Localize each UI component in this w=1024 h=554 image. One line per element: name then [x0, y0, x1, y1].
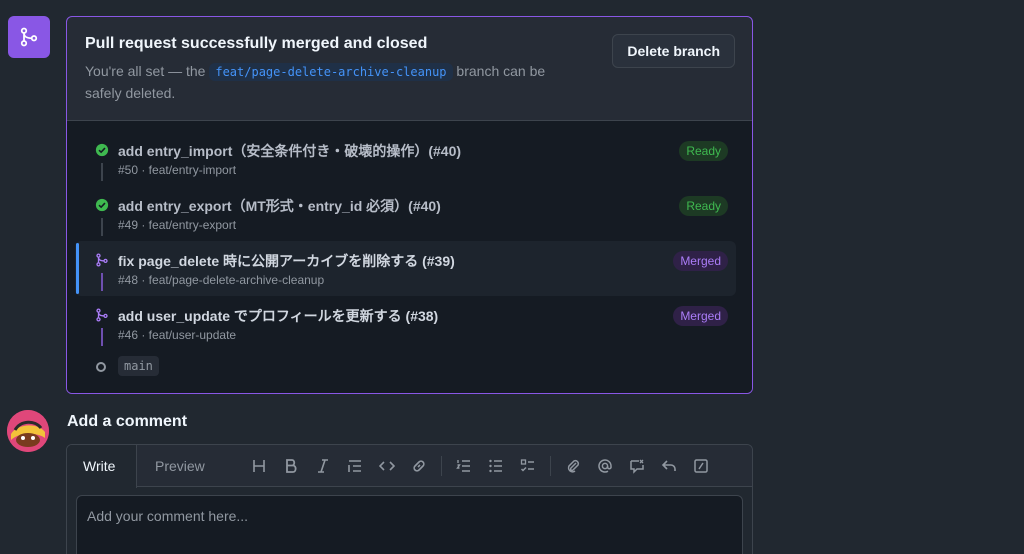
status-badge: Merged — [673, 306, 728, 326]
stack-item-meta: #46 · feat/user-update — [118, 328, 237, 342]
merged-status-badge — [8, 16, 50, 58]
markdown-toolbar — [243, 445, 717, 487]
merge-description: You're all set — the feat/page-delete-ar… — [85, 61, 585, 104]
heading-icon[interactable] — [243, 452, 275, 480]
editor-tabs: Write Preview — [67, 445, 752, 488]
comment-textarea-wrapper — [76, 495, 743, 554]
mention-icon[interactable] — [589, 452, 621, 480]
tab-preview[interactable]: Preview — [139, 445, 221, 487]
stack-item-title[interactable]: add entry_import（安全条件付き・破壊的操作）(#40) — [118, 131, 736, 161]
comment-editor: Write Preview — [66, 444, 753, 554]
stack-connector — [101, 273, 103, 291]
reply-icon[interactable] — [653, 452, 685, 480]
merge-status-panel: Pull request successfully merged and clo… — [66, 16, 753, 394]
stack-item-title[interactable]: add entry_export（MT形式・entry_id 必須）(#40) — [118, 186, 736, 216]
stack-item-entry-export[interactable]: add entry_export（MT形式・entry_id 必須）(#40) … — [75, 186, 736, 241]
tab-write[interactable]: Write — [67, 445, 137, 488]
toolbar-divider — [441, 456, 442, 476]
add-comment-heading: Add a comment — [67, 413, 188, 430]
stack-item-page-delete[interactable]: fix page_delete 時に公開アーカイブを削除する (#39) #48… — [75, 241, 736, 296]
git-merge-icon — [96, 308, 108, 322]
git-merge-icon — [96, 253, 108, 267]
slash-command-icon[interactable] — [685, 452, 717, 480]
comment-textarea[interactable] — [77, 496, 742, 554]
stack-connector — [101, 218, 103, 236]
avatar-illustration — [7, 410, 49, 452]
stack-item-meta: #50 · feat/entry-import — [118, 163, 237, 177]
git-merge-icon — [20, 27, 38, 47]
paperclip-icon[interactable] — [557, 452, 589, 480]
stack-connector — [101, 328, 103, 346]
stack-connector — [101, 163, 103, 181]
stack-item-meta: #49 · feat/entry-export — [118, 218, 237, 232]
italic-icon[interactable] — [307, 452, 339, 480]
merge-header: Pull request successfully merged and clo… — [67, 17, 752, 121]
numbered-list-icon[interactable] — [448, 452, 480, 480]
quote-icon[interactable] — [339, 452, 371, 480]
pr-stack-list: add entry_import（安全条件付き・破壊的操作）(#40) #50 … — [67, 121, 752, 393]
stack-item-title[interactable]: fix page_delete 時に公開アーカイブを削除する (#39) — [118, 241, 736, 271]
stack-item-meta: #48 · feat/page-delete-archive-cleanup — [118, 273, 325, 287]
circle-icon — [96, 362, 106, 372]
branch-name[interactable]: feat/page-delete-archive-cleanup — [209, 63, 453, 81]
check-circle-icon — [95, 143, 109, 157]
base-branch-label[interactable]: main — [118, 356, 159, 376]
bulleted-list-icon[interactable] — [480, 452, 512, 480]
bold-icon[interactable] — [275, 452, 307, 480]
code-icon[interactable] — [371, 452, 403, 480]
status-badge: Ready — [679, 141, 728, 161]
avatar[interactable] — [7, 410, 49, 452]
stack-item-entry-import[interactable]: add entry_import（安全条件付き・破壊的操作）(#40) #50 … — [75, 131, 736, 186]
stack-item-user-update[interactable]: add user_update でプロフィールを更新する (#38) #46 ·… — [75, 296, 736, 351]
merge-desc-prefix: You're all set — the — [85, 63, 206, 79]
toolbar-divider — [550, 456, 551, 476]
delete-branch-button[interactable]: Delete branch — [612, 34, 735, 68]
task-list-icon[interactable] — [512, 452, 544, 480]
cross-reference-icon[interactable] — [621, 452, 653, 480]
check-circle-icon — [95, 198, 109, 212]
stack-item-title[interactable]: add user_update でプロフィールを更新する (#38) — [118, 296, 736, 326]
stack-base-branch: main — [75, 351, 752, 385]
status-badge: Merged — [673, 251, 728, 271]
link-icon[interactable] — [403, 452, 435, 480]
status-badge: Ready — [679, 196, 728, 216]
